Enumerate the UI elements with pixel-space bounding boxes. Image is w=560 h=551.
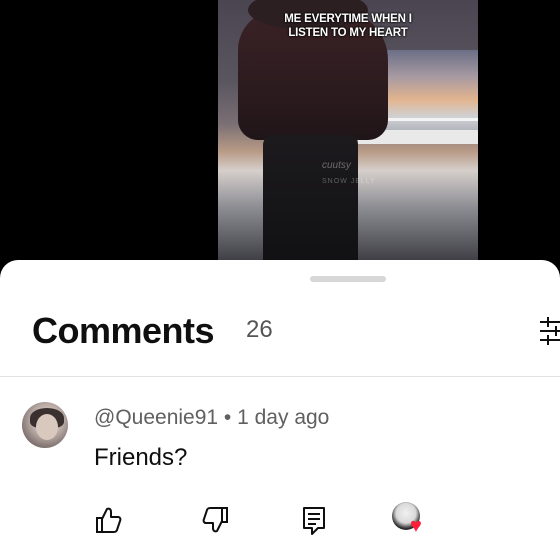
video-frame[interactable]: cuutsy SNOW JELLY — [218, 0, 478, 275]
reply-comment-icon — [303, 507, 325, 535]
comment-meta: @Queenie91 • 1 day ago — [94, 406, 329, 430]
video-caption-line2: LISTEN TO MY HEART — [288, 27, 408, 39]
video-figure-legs — [263, 135, 358, 275]
video-caption: ME EVERYTIME WHEN I LISTEN TO MY HEART — [218, 12, 478, 40]
comments-title: Comments — [32, 310, 215, 351]
video-watermark-sub: SNOW JELLY — [322, 178, 376, 185]
video-player[interactable]: cuutsy SNOW JELLY ME EVERYTIME WHEN I LI… — [0, 0, 560, 275]
meta-separator: • — [218, 406, 238, 429]
sheet-drag-handle[interactable] — [310, 276, 386, 282]
comments-count: 26 — [246, 316, 273, 343]
sort-filter-icon[interactable] — [536, 314, 560, 348]
thumbs-down-icon — [202, 507, 228, 533]
comment-actions: ♥ — [0, 502, 560, 546]
avatar-face — [36, 414, 58, 440]
like-button[interactable] — [90, 502, 126, 538]
comment-author-handle[interactable]: @Queenie91 — [94, 406, 218, 429]
creator-heart-icon: ♥ — [388, 500, 434, 542]
video-watermark: cuutsy — [322, 160, 351, 171]
comment-item: @Queenie91 • 1 day ago Friends? ♥ — [0, 378, 560, 551]
user-avatar[interactable] — [22, 402, 68, 448]
video-caption-line1: ME EVERYTIME WHEN I — [284, 13, 412, 25]
comment-text: Friends? — [94, 444, 188, 471]
heart-icon: ♥ — [410, 515, 422, 537]
reply-button[interactable] — [296, 502, 332, 538]
dislike-button[interactable] — [198, 502, 234, 538]
thumbs-up-icon — [96, 507, 122, 533]
comments-header: Comments 26 — [0, 300, 560, 377]
comments-sheet: Comments 26 @Queenie91 • 1 day ago Frien… — [0, 260, 560, 551]
comment-time: 1 day ago — [237, 406, 330, 429]
